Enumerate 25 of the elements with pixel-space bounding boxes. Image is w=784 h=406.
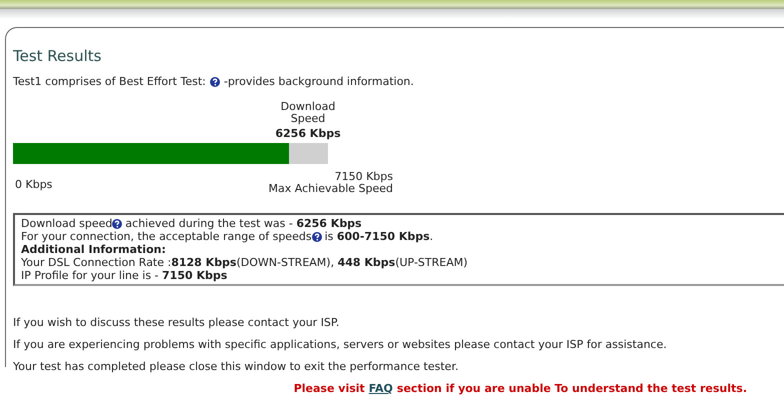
page-title: Test Results [13, 47, 102, 65]
help-icon[interactable] [312, 232, 322, 242]
notice-text: section if you are unable To understand the test results. [396, 382, 747, 395]
max-caption: Max Achievable Speed [268, 183, 393, 195]
intro-note: -provides background information. [224, 75, 414, 88]
min-value: 0 Kbps [15, 179, 52, 193]
meter-label: Speed [290, 113, 326, 125]
meter-label: Download [280, 101, 336, 113]
note-text: If you are experiencing problems with specific applications, servers or websites please contact your ISP for assistance. [13, 338, 668, 351]
info-text: Your DSL Connection Rate :8128 Kbps(DOWN-STREAM), 448 Kbps(UP-STREAM) [21, 256, 468, 269]
note-text: If you wish to discuss these results please contact your ISP. [13, 316, 340, 329]
info-text: achieved during the test was - 6256 Kbps [125, 217, 362, 230]
speed-value: 6256 Kbps [275, 128, 341, 140]
help-icon[interactable] [112, 218, 122, 228]
help-icon[interactable] [210, 76, 220, 86]
info-heading: Additional Information: [21, 243, 166, 256]
faq-link[interactable]: FAQ [368, 382, 393, 395]
info-text: Download speed [21, 217, 112, 230]
intro-text: Test1 comprises of Best Effort Test: [13, 75, 206, 88]
info-text: For your connection, the acceptable range of speeds [21, 230, 312, 243]
max-value: 7150 Kbps [334, 171, 393, 183]
info-text: IP Profile for your line is - 7150 Kbps [21, 269, 228, 282]
info-text: is 600-7150 Kbps. [324, 230, 434, 243]
notice-text: Please visit [294, 382, 365, 395]
note-text: Your test has completed please close this window to exit the performance tester. [13, 360, 460, 373]
